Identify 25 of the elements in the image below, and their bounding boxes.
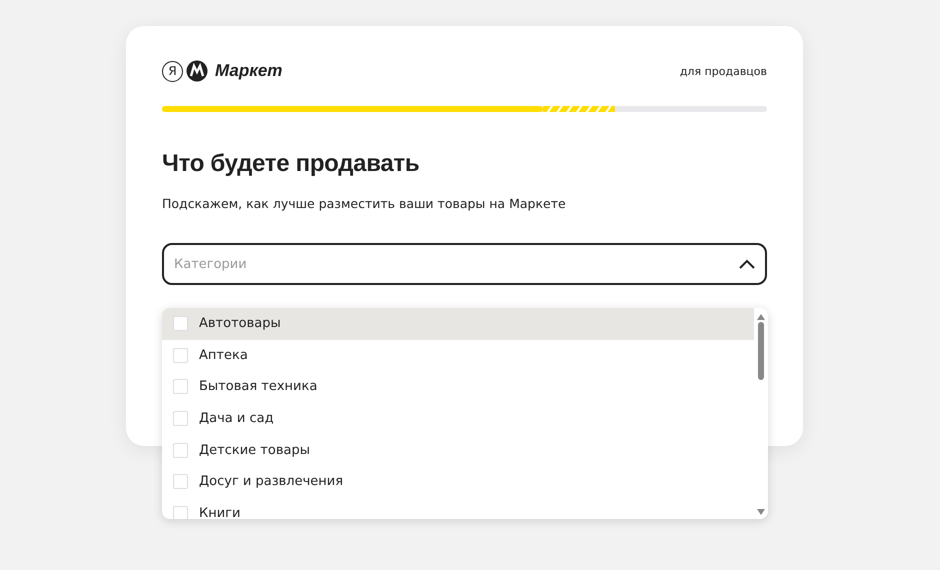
logo-m-icon [186, 60, 208, 82]
page-title: Что будете продавать [162, 150, 420, 178]
category-select[interactable]: Категории [162, 243, 767, 285]
checkbox[interactable] [173, 442, 188, 458]
checkbox[interactable] [173, 316, 188, 332]
scrollbar-thumb[interactable] [758, 322, 764, 380]
checkbox[interactable] [173, 379, 188, 394]
logo-letter: Я [162, 60, 183, 82]
category-option[interactable]: Дача и сад [162, 402, 754, 434]
category-option[interactable]: Книги [162, 498, 754, 519]
scroll-up-arrow-icon[interactable] [757, 314, 765, 320]
scroll-down-arrow-icon[interactable] [757, 509, 765, 515]
category-option[interactable]: Автотовары [162, 308, 754, 340]
category-option[interactable]: Досуг и развлечения [162, 466, 754, 498]
brand-name: Маркет [215, 61, 282, 81]
category-option[interactable]: Детские товары [162, 434, 754, 466]
checkbox[interactable] [173, 506, 188, 519]
checkbox[interactable] [173, 348, 188, 363]
for-sellers-link[interactable]: для продавцов [680, 64, 767, 78]
category-option[interactable]: Аптека [162, 340, 754, 372]
checkbox[interactable] [173, 411, 188, 426]
checkbox[interactable] [173, 474, 188, 490]
chevron-up-icon [739, 259, 755, 269]
category-option[interactable]: Бытовая техника [162, 371, 754, 403]
subtitle: Подскажем, как лучше разместить ваши товары на Маркете [162, 196, 567, 211]
